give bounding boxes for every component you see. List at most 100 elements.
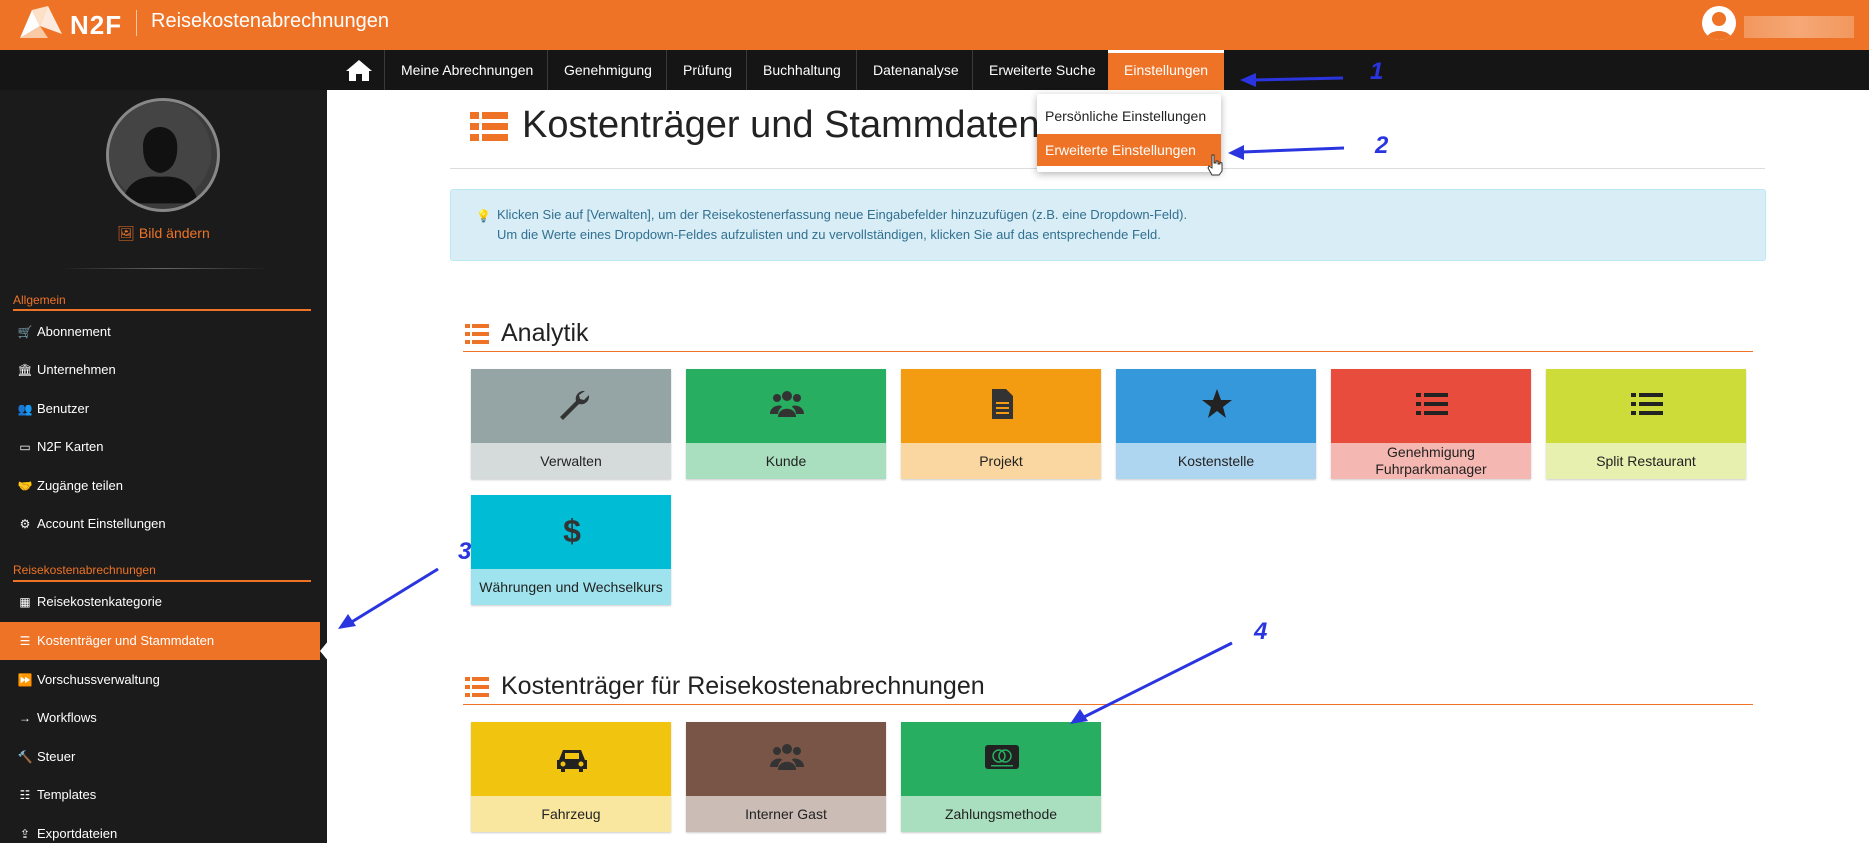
- settings-dropdown: Persönliche Einstellungen Erweiterte Ein…: [1037, 94, 1223, 176]
- payment-card-icon: [985, 745, 1019, 769]
- tile-label: Kostenstelle: [1116, 443, 1316, 479]
- list-icon: [470, 112, 508, 141]
- tile-fahrzeug[interactable]: Fahrzeug: [471, 722, 671, 832]
- brand-name[interactable]: N2F: [70, 10, 122, 41]
- section-label-reisekosten: Reisekostenabrechnungen: [13, 563, 156, 577]
- nav-erweiterte-suche[interactable]: Erweiterte Suche: [972, 50, 1112, 90]
- tile-icon-area: [471, 722, 671, 796]
- star-icon: [1202, 389, 1232, 418]
- info-alert: 💡 Klicken Sie auf [Verwalten], um der Re…: [450, 189, 1766, 261]
- logo-icon: [20, 6, 62, 38]
- tile-interner-gast[interactable]: Interner Gast: [686, 722, 886, 832]
- tile-kostenstelle[interactable]: Kostenstelle: [1116, 369, 1316, 479]
- info-text-line2: Um die Werte eines Dropdown-Feldes aufzu…: [497, 227, 1161, 242]
- sidebar-item-reisekostenkategorie[interactable]: ▦ Reisekostenkategorie: [0, 583, 320, 621]
- sidebar-item-exportdateien[interactable]: ⇪ Exportdateien: [0, 815, 320, 853]
- tile-label: Projekt: [901, 443, 1101, 479]
- main-nav: Meine Abrechnungen Genehmigung Prüfung B…: [0, 50, 1869, 90]
- dropdown-persoenliche-einstellungen[interactable]: Persönliche Einstellungen: [1037, 100, 1221, 132]
- wrench-icon: [560, 390, 589, 420]
- list-icon: [465, 677, 489, 697]
- active-indicator: [320, 640, 329, 662]
- hand-cursor-icon: [1207, 154, 1223, 176]
- tile-label: Verwalten: [471, 443, 671, 479]
- cart-icon: 🛒: [17, 325, 33, 339]
- tile-icon-area: [1546, 369, 1746, 443]
- sidebar: 🖼 Bild ändern Allgemein 🛒 Abonnement 🏛 Unt…: [0, 90, 327, 843]
- sidebar-item-abonnement[interactable]: 🛒 Abonnement: [0, 313, 320, 351]
- top-bar: N2F Reisekostenabrechnungen: [0, 0, 1869, 50]
- user-avatar[interactable]: [1702, 6, 1736, 40]
- annotation-arrow-4: [1070, 641, 1233, 724]
- annotation-1: 1: [1370, 58, 1384, 85]
- nav-meine-abrechnungen[interactable]: Meine Abrechnungen: [384, 50, 549, 90]
- list-icon: ☰: [19, 634, 31, 648]
- brand-divider: [136, 10, 137, 36]
- tile-kunde[interactable]: Kunde: [686, 369, 886, 479]
- arrow-right-icon: →: [19, 711, 31, 725]
- card-icon: ▭: [19, 440, 31, 454]
- annotation-arrow-1: [1240, 73, 1344, 87]
- sidebar-item-n2f-karten[interactable]: ▭ N2F Karten: [0, 428, 320, 466]
- app-title: Reisekostenabrechnungen: [151, 10, 389, 32]
- nav-buchhaltung[interactable]: Buchhaltung: [746, 50, 857, 90]
- users-icon: [770, 744, 804, 770]
- sidebar-item-kostentraeger[interactable]: ☰ Kostenträger und Stammdaten: [0, 622, 320, 660]
- user-name-redacted[interactable]: [1744, 16, 1854, 38]
- sidebar-item-templates[interactable]: ☷ Templates: [0, 776, 320, 814]
- list-icon: [1631, 393, 1663, 415]
- annotation-2: 2: [1375, 132, 1389, 159]
- section-line: [13, 309, 311, 311]
- sidebar-item-vorschussverwaltung[interactable]: ⏩ Vorschussverwaltung: [0, 661, 320, 699]
- tile-icon-area: [1116, 369, 1316, 443]
- bank-icon: 🏛: [17, 363, 33, 377]
- handshake-icon: 🤝: [17, 479, 33, 493]
- user-icon: [1706, 12, 1732, 40]
- annotation-4: 4: [1254, 618, 1268, 645]
- tile-label: Zahlungsmethode: [901, 796, 1101, 832]
- users-icon: [770, 391, 804, 417]
- tile-zahlungsmethode[interactable]: Zahlungsmethode: [901, 722, 1101, 832]
- info-text-line1: Klicken Sie auf [Verwalten], um der Reis…: [497, 207, 1188, 222]
- fast-forward-icon: ⏩: [17, 673, 33, 687]
- sidebar-item-steuer[interactable]: 🔨 Steuer: [0, 738, 320, 776]
- sidebar-item-zugaenge-teilen[interactable]: 🤝 Zugänge teilen: [0, 467, 320, 505]
- tile-icon-area: [471, 369, 671, 443]
- nav-pruefung[interactable]: Prüfung: [666, 50, 748, 90]
- sidebar-item-unternehmen[interactable]: 🏛 Unternehmen: [0, 351, 320, 389]
- section-title-analytik: Analytik: [501, 319, 589, 347]
- section-label-allgemein: Allgemein: [13, 293, 66, 307]
- tile-projekt[interactable]: Projekt: [901, 369, 1101, 479]
- tile-genehmigung-fuhrparkmanager[interactable]: Genehmigung Fuhrparkmanager: [1331, 369, 1531, 479]
- sidebar-item-account-einstellungen[interactable]: ⚙ Account Einstellungen: [0, 505, 320, 543]
- list-icon: [465, 324, 489, 344]
- home-icon[interactable]: [344, 58, 374, 82]
- lightbulb-icon: 💡: [476, 209, 491, 223]
- sidebar-item-benutzer[interactable]: 👥 Benutzer: [0, 390, 320, 428]
- profile-photo[interactable]: [106, 98, 220, 212]
- list-alt-icon: ☷: [19, 788, 31, 802]
- tile-icon-area: [1331, 369, 1531, 443]
- dropdown-erweiterte-einstellungen[interactable]: Erweiterte Einstellungen: [1037, 134, 1221, 166]
- nav-datenanalyse[interactable]: Datenanalyse: [856, 50, 975, 90]
- annotation-arrow-2: [1228, 145, 1345, 160]
- tile-label: Fahrzeug: [471, 796, 671, 832]
- tile-label: Split Restaurant: [1546, 443, 1746, 479]
- tile-label: Kunde: [686, 443, 886, 479]
- gears-icon: ⚙: [19, 517, 31, 531]
- change-picture-link[interactable]: 🖼 Bild ändern: [0, 225, 327, 242]
- section-title-kostentraeger: Kostenträger für Reisekostenabrechnungen: [501, 672, 985, 700]
- tile-verwalten[interactable]: Verwalten: [471, 369, 671, 479]
- gavel-icon: 🔨: [17, 750, 33, 764]
- sidebar-item-workflows[interactable]: → Workflows: [0, 699, 320, 737]
- tile-waehrungen-und-wechselkurs[interactable]: $ Währungen und Wechselkurs: [471, 495, 671, 605]
- nav-genehmigung[interactable]: Genehmigung: [547, 50, 668, 90]
- annotation-arrow-3: [338, 567, 439, 629]
- tile-icon-area: $: [471, 495, 671, 569]
- export-icon: ⇪: [19, 827, 31, 841]
- sidebar-divider: [60, 268, 270, 269]
- annotation-3: 3: [458, 538, 472, 565]
- tile-split-restaurant[interactable]: Split Restaurant: [1546, 369, 1746, 479]
- nav-einstellungen[interactable]: Einstellungen: [1108, 50, 1225, 90]
- tile-icon-area: [901, 369, 1101, 443]
